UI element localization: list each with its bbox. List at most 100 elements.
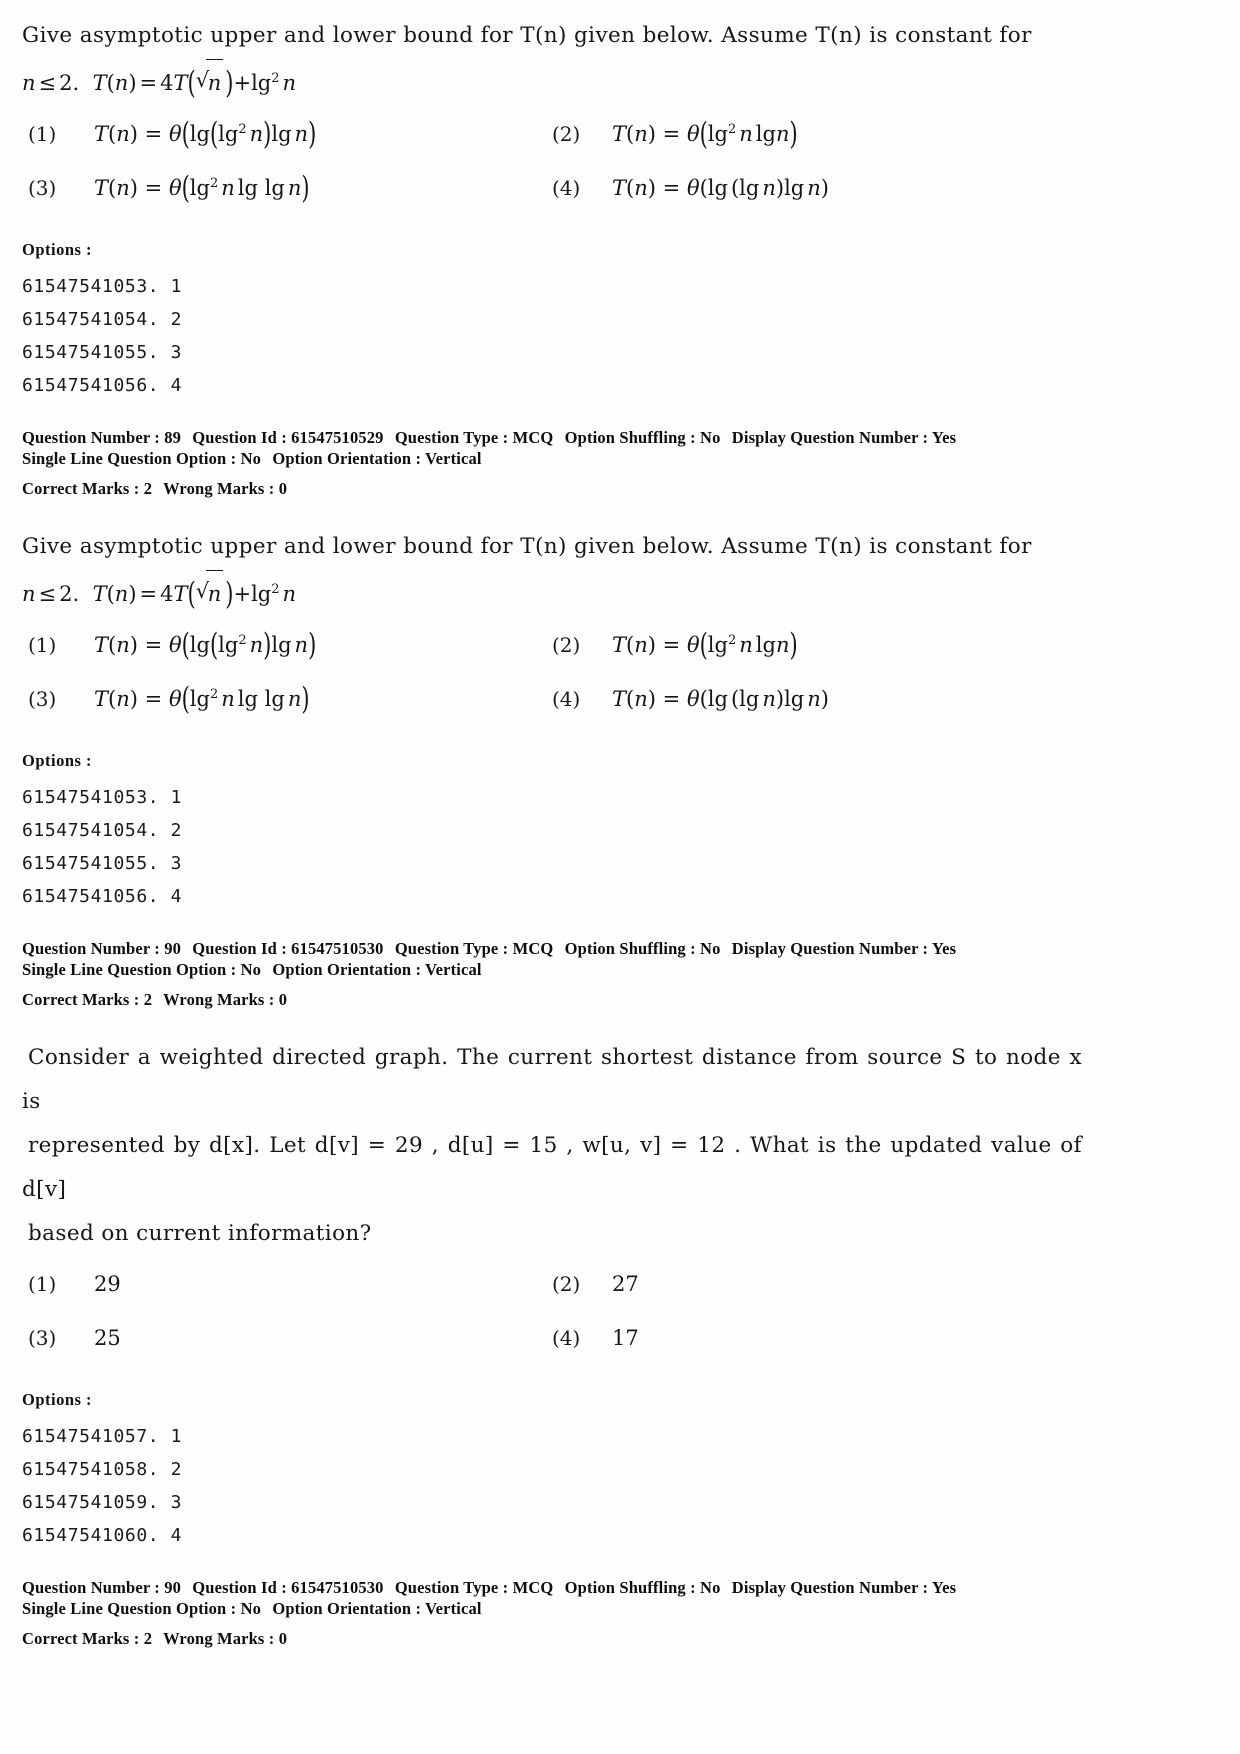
question-metadata-2: Question Number : 90 Question Id : 61547… [22,939,1212,1010]
choice-number: (2) [552,633,581,657]
choice-text: T(n) = θ(lg2 n lg lg n) [94,170,310,206]
choice-number: (4) [552,176,581,200]
choice-text: T(n) = θ(lg (lg n)lg n) [612,176,829,200]
choice-option-1[interactable]: (1) T(n) = θ(lg(lg2 n)lg n) [22,116,552,152]
correct-marks-label: Correct Marks : [22,990,140,1009]
metadata-line-secondary: Single Line Question Option : No Option … [22,1599,1212,1619]
question-id-value: 61547510530 [291,1578,384,1597]
metadata-line-primary: Question Number : 90 Question Id : 61547… [22,939,1212,959]
wrong-marks-value: 0 [278,1629,288,1648]
display-question-number-value: Yes [931,428,957,447]
question-block-3: Consider a weighted directed graph. The … [22,1036,1212,1649]
option-shuffling-label: Option Shuffling : [564,939,696,958]
choice-list-2: (1) T(n) = θ(lg(lg2 n)lg n) (2) T(n) = θ(l… [22,628,1122,729]
options-heading: Options : [22,751,93,770]
option-orientation-value: Vertical [425,449,482,468]
options-heading: Options : [22,1390,93,1409]
option-id-list-3: Options : 61547541057. 1 61547541058. 2 … [22,1390,1212,1552]
choice-option-2[interactable]: (2) 27 [552,1272,1072,1296]
question-block-2: Give asymptotic upper and lower bound fo… [22,525,1212,1010]
question-number-label: Question Number : [22,428,160,447]
metadata-line-marks: Correct Marks : 2 Wrong Marks : 0 [22,479,1212,499]
single-line-question-option-value: No [240,1599,262,1618]
choice-text: T(n) = θ(lg (lg n)lg n) [612,687,829,711]
option-shuffling-label: Option Shuffling : [564,428,696,447]
correct-marks-value: 2 [143,990,153,1009]
question-number-label: Question Number : [22,1578,160,1597]
metadata-line-primary: Question Number : 90 Question Id : 61547… [22,1578,1212,1598]
option-shuffling-value: No [700,1578,721,1597]
metadata-line-marks: Correct Marks : 2 Wrong Marks : 0 [22,990,1212,1010]
option-id-item: 61547541060. 4 [22,1525,183,1546]
choice-option-4[interactable]: (4) T(n) = θ(lg (lg n)lg n) [552,176,1072,200]
question-id-value: 61547510529 [291,428,384,447]
question-statement-line-2: represented by d[x]. Let d[v] = 29 , d[u… [22,1133,1082,1202]
question-statement-line-3: based on current information? [28,1221,372,1246]
option-id-item: 61547541054. 2 [22,820,183,841]
choice-row: (3) T(n) = θ(lg2 n lg lg n) (4) T(n) = θ(lg… [22,170,1122,218]
choice-row: (3) T(n) = θ(lg2 n lg lg n) (4) T(n) = θ(lg… [22,682,1122,729]
question-statement-line-1: Give asymptotic upper and lower bound fo… [22,23,1032,48]
choice-option-2[interactable]: (2) T(n) = θ(lg2 n lgn) [552,117,1072,152]
question-statement-line-1: Consider a weighted directed graph. The … [22,1045,1082,1114]
choice-number: (2) [552,122,581,146]
question-number-value: 89 [164,428,182,447]
single-line-question-option-label: Single Line Question Option : [22,1599,237,1618]
option-shuffling-value: No [700,939,721,958]
single-line-question-option-label: Single Line Question Option : [22,449,237,468]
option-orientation-value: Vertical [425,1599,482,1618]
question-formula-line-1: n≤2. T(n)=4T(n)+lg2n [22,57,1212,106]
choice-row: (1) 29 (2) 27 [22,1272,1122,1314]
option-orientation-value: Vertical [425,960,482,979]
display-question-number-value: Yes [931,939,957,958]
choice-text: 25 [94,1326,121,1350]
question-statement-line-1: Give asymptotic upper and lower bound fo… [22,534,1032,559]
question-id-label: Question Id : [192,428,287,447]
choice-text: 29 [94,1272,121,1296]
option-id-item: 61547541058. 2 [22,1459,183,1480]
options-heading: Options : [22,240,93,259]
question-type-label: Question Type : [394,939,509,958]
question-id-label: Question Id : [192,1578,287,1597]
choice-option-2[interactable]: (2) T(n) = θ(lg2 n lgn) [552,628,1072,663]
choice-option-1[interactable]: (1) 29 [22,1272,552,1296]
question-type-value: MCQ [512,1578,554,1597]
option-id-item: 61547541055. 3 [22,342,183,363]
option-id-item: 61547541057. 1 [22,1426,183,1447]
exam-paper-page: Give asymptotic upper and lower bound fo… [0,0,1240,1754]
single-line-question-option-label: Single Line Question Option : [22,960,237,979]
choice-option-3[interactable]: (3) T(n) = θ(lg2 n lg lg n) [22,170,552,206]
option-id-list-1: Options : 61547541053. 1 61547541054. 2 … [22,240,1212,402]
choice-number: (1) [28,633,57,657]
option-id-item: 61547541055. 3 [22,853,183,874]
choice-number: (3) [28,687,57,711]
option-id-item: 61547541056. 4 [22,375,183,396]
question-id-value: 61547510530 [291,939,384,958]
question-block-1: Give asymptotic upper and lower bound fo… [22,14,1212,499]
choice-text: T(n) = θ(lg(lg2 n)lg n) [94,116,317,152]
question-id-label: Question Id : [192,939,287,958]
wrong-marks-value: 0 [278,479,288,498]
question-number-value: 90 [164,939,182,958]
choice-number: (4) [552,687,581,711]
option-shuffling-value: No [700,428,721,447]
single-line-question-option-value: No [240,960,262,979]
choice-list-3: (1) 29 (2) 27 (3) 25 (4) 17 [22,1272,1122,1368]
option-id-item: 61547541059. 3 [22,1492,183,1513]
choice-option-4[interactable]: (4) T(n) = θ(lg (lg n)lg n) [552,687,1072,711]
correct-marks-value: 2 [143,479,153,498]
choice-option-3[interactable]: (3) 25 [22,1326,552,1350]
option-id-list-2: Options : 61547541053. 1 61547541054. 2 … [22,751,1212,913]
choice-option-3[interactable]: (3) T(n) = θ(lg2 n lg lg n) [22,682,552,717]
option-orientation-label: Option Orientation : [272,449,422,468]
metadata-line-secondary: Single Line Question Option : No Option … [22,449,1212,469]
display-question-number-value: Yes [931,1578,957,1597]
choice-row: (3) 25 (4) 17 [22,1326,1122,1368]
choice-option-1[interactable]: (1) T(n) = θ(lg(lg2 n)lg n) [22,628,552,663]
choice-option-4[interactable]: (4) 17 [552,1326,1072,1350]
question-metadata-3: Question Number : 90 Question Id : 61547… [22,1578,1212,1649]
single-line-question-option-value: No [240,449,262,468]
option-id-item: 61547541053. 1 [22,276,183,297]
display-question-number-label: Display Question Number : [731,1578,929,1597]
choice-text: 17 [612,1326,639,1350]
